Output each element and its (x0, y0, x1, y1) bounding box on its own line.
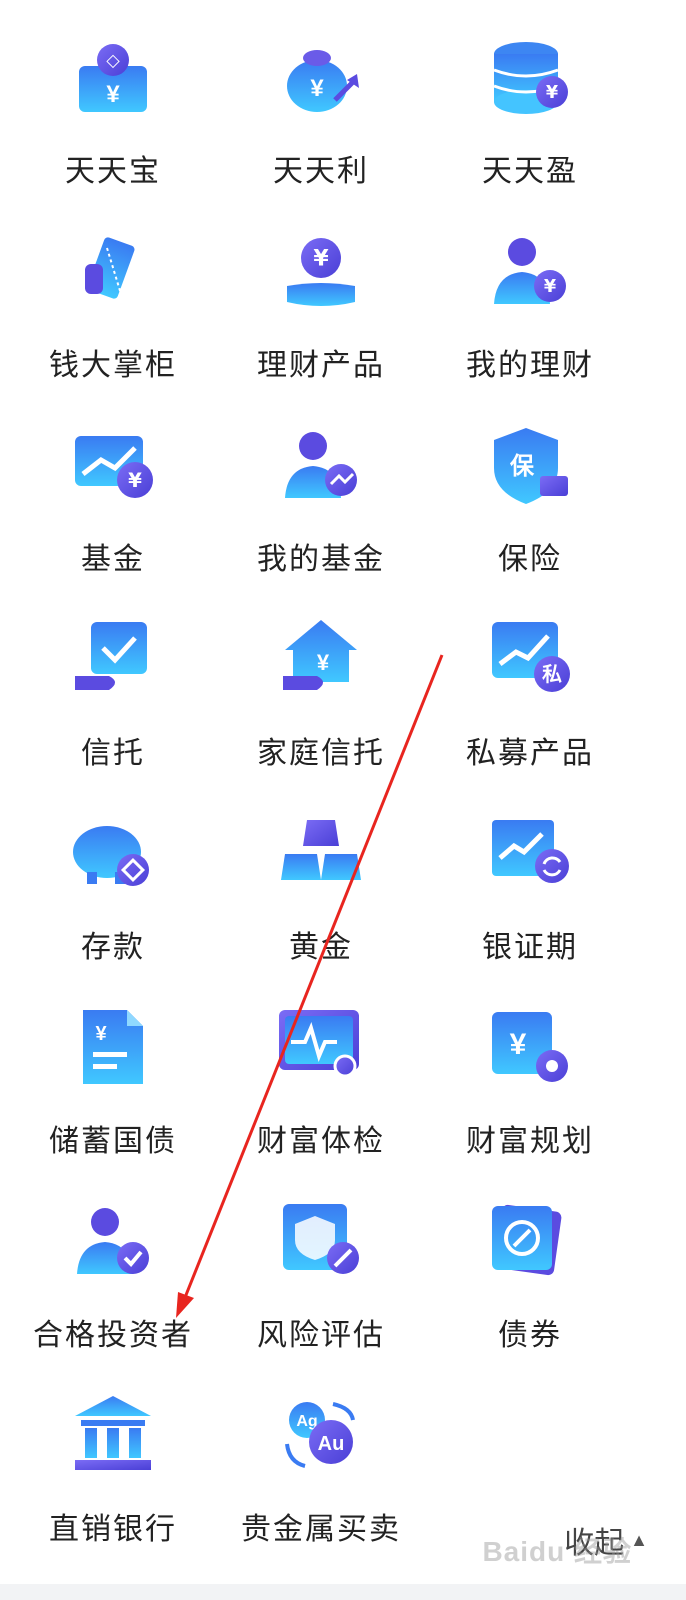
watermark: Baidu 经验 (482, 1536, 632, 1567)
bank-building-icon (65, 1388, 161, 1484)
menu-item[interactable]: 债券 (425, 1164, 635, 1354)
coin-gear-icon: ¥ (482, 1000, 578, 1096)
monitor-search-icon (273, 1000, 369, 1096)
chevron-up-icon: ▲ (630, 1529, 648, 1550)
menu-item-label: 天天利 (273, 155, 369, 188)
shield-insurance-icon: 保 (482, 418, 578, 514)
svg-text:¥: ¥ (544, 277, 557, 297)
menu-item-label: 信托 (81, 737, 145, 770)
menu-item-label: 合格投资者 (33, 1319, 193, 1352)
svg-text:Ag: Ag (296, 1413, 317, 1430)
menu-item[interactable]: ¥ 家庭信托 (216, 582, 426, 772)
bond-document-icon: ¥ (65, 1000, 161, 1096)
svg-text:¥: ¥ (313, 247, 329, 272)
menu-item[interactable]: ¥ 储蓄国债 (8, 970, 218, 1160)
svg-text:¥: ¥ (95, 1023, 107, 1045)
bottom-divider (0, 1584, 686, 1600)
menu-item[interactable]: 钱大掌柜 (8, 194, 218, 384)
menu-item-label: 储蓄国债 (49, 1125, 177, 1158)
menu-item-label: 债券 (498, 1319, 562, 1352)
menu-item[interactable]: 银证期 (425, 776, 635, 966)
chart-refresh-icon (482, 806, 578, 902)
svg-text:¥: ¥ (310, 75, 324, 102)
svg-text:私: 私 (542, 663, 562, 686)
coin-stack-icon: ¥ (482, 30, 578, 126)
menu-item[interactable]: 私私募产品 (425, 582, 635, 772)
user-coin-icon: ¥ (482, 224, 578, 320)
menu-item-label: 天天宝 (65, 155, 161, 188)
hand-card-icon (65, 224, 161, 320)
menu-item-label: 我的基金 (257, 543, 385, 576)
menu-item[interactable]: Ag Au 贵金属买卖 (216, 1358, 426, 1548)
menu-item[interactable]: ¥ 我的理财 (425, 194, 635, 384)
menu-item[interactable]: ¥ 财富规划 (425, 970, 635, 1160)
piggy-bank-icon (65, 806, 161, 902)
menu-item[interactable]: 信托 (8, 582, 218, 772)
menu-item-label: 直销银行 (49, 1513, 177, 1546)
coin-purse-icon: ◇ ¥ (65, 30, 161, 126)
svg-text:¥: ¥ (546, 83, 559, 103)
menu-item[interactable]: 直销银行 (8, 1358, 218, 1548)
house-hand-icon: ¥ (273, 612, 369, 708)
chart-coin-icon: ¥ (65, 418, 161, 514)
menu-item[interactable]: ¥ 天天盈 (425, 0, 635, 190)
menu-item[interactable]: ◇ ¥ 天天宝 (8, 0, 218, 190)
ag-au-exchange-icon: Ag Au (273, 1388, 369, 1484)
menu-item[interactable]: ¥ 基金 (8, 388, 218, 578)
menu-item-label: 我的理财 (466, 349, 594, 382)
menu-item-label: 存款 (81, 931, 145, 964)
hand-check-icon (65, 612, 161, 708)
shield-pen-icon (273, 1194, 369, 1290)
menu-item-label: 理财产品 (257, 349, 385, 382)
menu-item-label: 钱大掌柜 (49, 349, 177, 382)
svg-text:Au: Au (318, 1433, 345, 1455)
menu-item[interactable]: 保保险 (425, 388, 635, 578)
menu-item-label: 私募产品 (466, 737, 594, 770)
menu-item-label: 风险评估 (257, 1319, 385, 1352)
compass-card-icon (482, 1194, 578, 1290)
svg-text:¥: ¥ (510, 1028, 527, 1061)
user-chart-icon (273, 418, 369, 514)
svg-text:¥: ¥ (128, 469, 142, 492)
menu-item[interactable]: 黄金 (216, 776, 426, 966)
gold-bars-icon (273, 806, 369, 902)
chart-private-icon: 私 (482, 612, 578, 708)
menu-item-label: 天天盈 (482, 155, 578, 188)
menu-item-label: 保险 (498, 543, 562, 576)
svg-text:保: 保 (509, 453, 535, 480)
menu-item[interactable]: 我的基金 (216, 388, 426, 578)
menu-item[interactable]: 风险评估 (216, 1164, 426, 1354)
menu-item[interactable]: 合格投资者 (8, 1164, 218, 1354)
hand-coin-icon: ¥ (273, 224, 369, 320)
svg-text:◇: ◇ (106, 51, 120, 71)
money-bag-icon: ¥ (273, 30, 369, 126)
svg-text:¥: ¥ (317, 650, 330, 675)
svg-text:¥: ¥ (106, 81, 120, 108)
menu-item-label: 贵金属买卖 (241, 1513, 401, 1546)
menu-item-label: 银证期 (482, 931, 578, 964)
user-check-icon (65, 1194, 161, 1290)
menu-item-label: 家庭信托 (257, 737, 385, 770)
menu-item-label: 基金 (81, 543, 145, 576)
menu-item[interactable]: ¥ 天天利 (216, 0, 426, 190)
menu-item-label: 财富规划 (466, 1125, 594, 1158)
menu-item[interactable]: 财富体检 (216, 970, 426, 1160)
menu-item[interactable]: ¥ 理财产品 (216, 194, 426, 384)
menu-item[interactable]: 存款 (8, 776, 218, 966)
menu-item-label: 财富体检 (257, 1125, 385, 1158)
menu-item-label: 黄金 (289, 931, 353, 964)
